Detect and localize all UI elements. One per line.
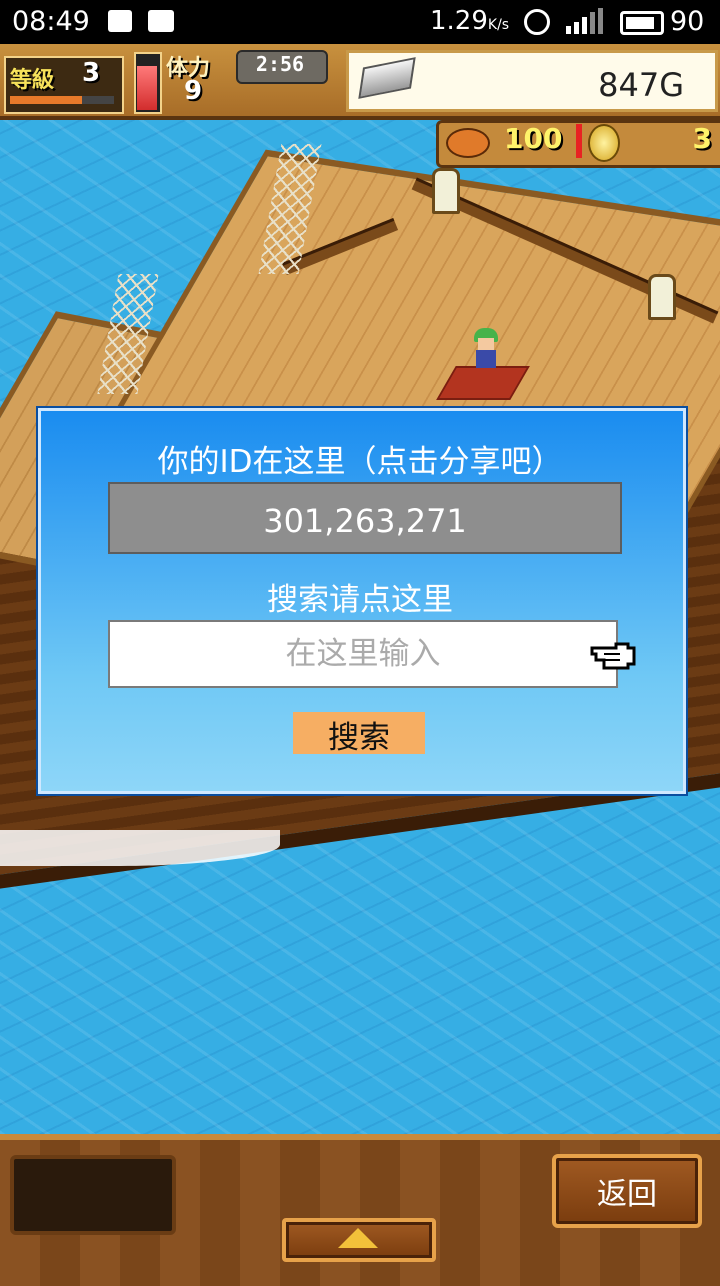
- battery-level: 90: [670, 6, 705, 37]
- food-amount: 100: [504, 122, 563, 155]
- up-arrow-icon: [338, 1228, 378, 1248]
- food-icon: [446, 128, 490, 158]
- back-button[interactable]: 返回: [552, 1154, 702, 1228]
- net-speed-value: 1.29: [430, 6, 488, 36]
- alarm-clock-icon: [524, 9, 550, 35]
- food-gauge-marker: [576, 124, 582, 158]
- status-time: 08:49: [12, 6, 90, 37]
- stamina-value: 9: [184, 76, 203, 106]
- net-speed: 1.29K/s: [430, 6, 509, 36]
- search-title: 搜索请点这里: [267, 582, 453, 618]
- lamp-icon: [648, 274, 676, 320]
- empty-slot: [10, 1155, 176, 1235]
- coin-amount: 3: [692, 122, 712, 155]
- coin-icon: [588, 124, 620, 162]
- lamp-icon: [432, 168, 460, 214]
- status-bar: 08:49 1.29K/s 90: [0, 0, 720, 44]
- stamina-gauge-fill: [137, 66, 157, 110]
- image-icon: [148, 10, 174, 32]
- exp-bar-fill: [10, 96, 82, 104]
- captain-character[interactable]: [472, 328, 500, 368]
- search-button[interactable]: 搜索: [293, 712, 425, 756]
- level-value: 3: [82, 58, 101, 88]
- stamina-timer: 2:56: [255, 52, 305, 76]
- level-label: 等級: [10, 68, 55, 93]
- pointing-hand-icon: [590, 642, 636, 670]
- wave-foam: [0, 830, 280, 866]
- gold-amount: 847G: [598, 66, 684, 104]
- 4g-signal-icon: [566, 8, 603, 34]
- battery-icon: [620, 11, 664, 35]
- id-title[interactable]: 你的ID在这里（点击分享吧）: [38, 436, 682, 481]
- search-input[interactable]: [108, 620, 618, 688]
- player-id-value[interactable]: 301,263,271: [108, 502, 622, 540]
- net-speed-unit: K/s: [487, 17, 510, 33]
- notification-icon: [108, 10, 132, 32]
